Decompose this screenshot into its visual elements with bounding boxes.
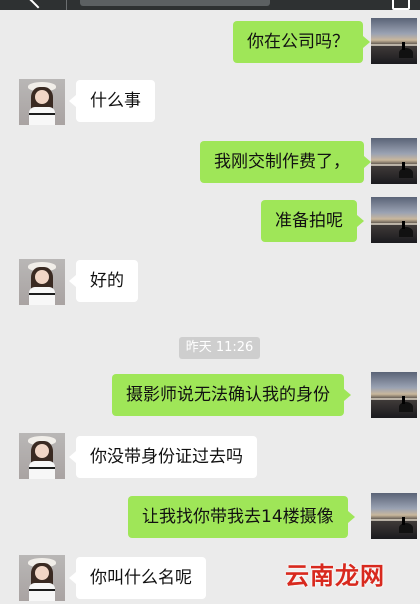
sea-shape <box>371 164 417 166</box>
person-silhouette <box>402 221 405 229</box>
sea-shape <box>371 223 417 225</box>
dress-shape <box>29 461 55 479</box>
contact-avatar[interactable] <box>19 79 65 125</box>
message-bubble-incoming[interactable]: 什么事 <box>69 80 155 122</box>
message-bubble-incoming[interactable]: 好的 <box>69 260 138 302</box>
chat-title-area <box>80 0 270 6</box>
person-silhouette <box>402 396 405 404</box>
nav-divider <box>66 0 67 10</box>
message-bubble-incoming[interactable]: 你叫什么名呢 <box>69 557 206 599</box>
contact-avatar[interactable] <box>19 433 65 479</box>
dress-shape <box>29 583 55 601</box>
contact-avatar[interactable] <box>19 555 65 601</box>
menu-icon[interactable] <box>392 0 410 10</box>
sea-shape <box>371 398 417 400</box>
message-bubble-outgoing[interactable]: 摄影师说无法确认我的身份 <box>112 374 351 416</box>
message-timestamp: 昨天 11:26 <box>179 337 260 359</box>
message-bubble-outgoing[interactable]: 你在公司吗？ <box>233 21 370 63</box>
my-avatar[interactable] <box>371 18 417 64</box>
chevron-left-icon[interactable] <box>29 0 47 9</box>
watermark-logo: 云南龙网 <box>285 562 385 590</box>
sea-shape <box>371 44 417 46</box>
dress-band <box>29 293 55 295</box>
sea-shape <box>371 519 417 521</box>
dress-band <box>29 113 55 115</box>
dress-shape <box>29 107 55 125</box>
message-bubble-outgoing[interactable]: 准备拍呢 <box>261 200 364 242</box>
my-avatar[interactable] <box>371 372 417 418</box>
face-shape <box>35 270 49 284</box>
dress-shape <box>29 287 55 305</box>
message-bubble-incoming[interactable]: 你没带身份证过去吗 <box>69 436 257 478</box>
message-bubble-outgoing[interactable]: 让我找你带我去14楼摄像 <box>128 496 355 538</box>
person-silhouette <box>402 517 405 525</box>
face-shape <box>35 444 49 458</box>
contact-avatar[interactable] <box>19 259 65 305</box>
person-silhouette <box>402 162 405 170</box>
face-shape <box>35 566 49 580</box>
my-avatar[interactable] <box>371 493 417 539</box>
my-avatar[interactable] <box>371 138 417 184</box>
face-shape <box>35 90 49 104</box>
my-avatar[interactable] <box>371 197 417 243</box>
message-bubble-outgoing[interactable]: 我刚交制作费了， <box>200 141 371 183</box>
person-silhouette <box>402 42 405 50</box>
dress-band <box>29 589 55 591</box>
nav-bar <box>0 0 420 10</box>
dress-band <box>29 467 55 469</box>
